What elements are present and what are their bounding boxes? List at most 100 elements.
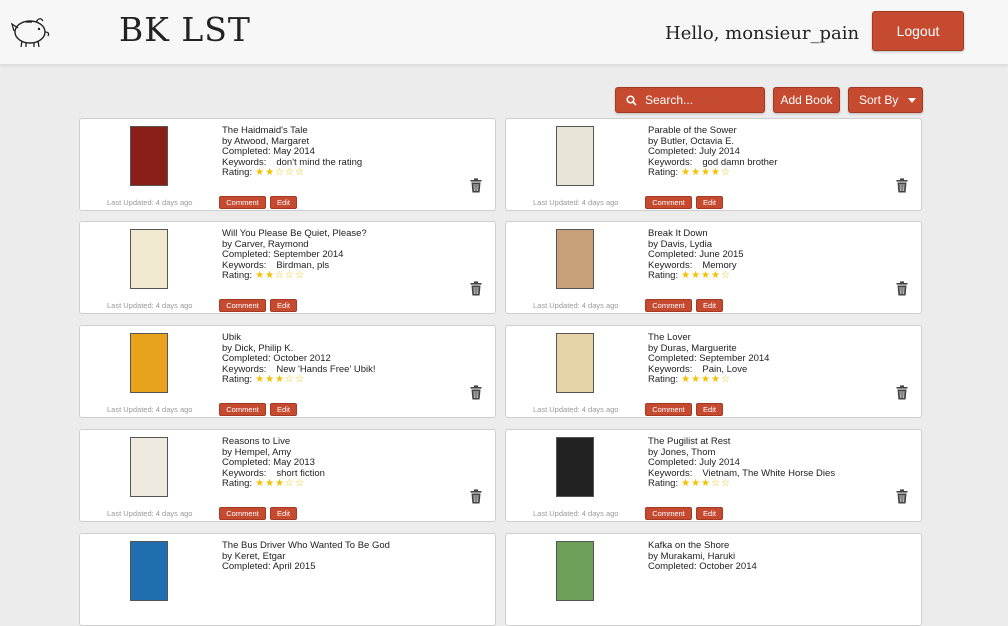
book-title: Kafka on the Shore [648,541,757,552]
star-rating: ★★★☆☆ [681,478,731,489]
comment-button[interactable]: Comment [645,299,692,312]
book-keywords: New 'Hands Free' Ubik! [276,364,375,375]
keywords-label: Keywords: [222,260,266,271]
book-title: Break It Down [648,229,744,240]
book-cover-image[interactable] [556,333,594,393]
book-info: The Haidmaid's Tale by Atwood, Margaret … [222,126,362,179]
keywords-label: Keywords: [222,468,266,479]
chevron-down-icon [908,98,916,103]
last-updated: Last Updated: 4 days ago [533,301,618,310]
last-updated: Last Updated: 4 days ago [107,198,192,207]
book-keywords-row [648,573,757,584]
trash-icon[interactable] [896,178,908,193]
app-header: BK LST Hello, monsieur_pain Logout [0,0,1008,65]
book-cover-image[interactable] [556,126,594,186]
book-info: The Pugilist at Rest by Jones, Thom Comp… [648,437,835,490]
trash-icon[interactable] [470,178,482,193]
keywords-label: Keywords: [648,364,692,375]
trash-icon[interactable] [470,385,482,400]
comment-button[interactable]: Comment [645,403,692,416]
add-book-button[interactable]: Add Book [773,87,840,113]
trash-icon[interactable] [896,489,908,504]
edit-button[interactable]: Edit [696,196,723,209]
star-rating: ★★☆☆☆ [255,167,305,178]
book-info: Reasons to Live by Hempel, Amy Completed… [222,437,325,490]
rating-label: Rating: [222,270,252,281]
book-rating-row: Rating:★★★★☆ [648,271,744,282]
sort-by-dropdown[interactable]: Sort By [848,87,923,113]
book-completed: Completed: October 2014 [648,562,757,573]
book-card: Will You Please Be Quiet, Please? by Car… [79,221,496,314]
last-updated: Last Updated: 4 days ago [533,405,618,414]
book-keywords: short fiction [276,468,325,479]
star-rating: ★★★☆☆ [255,478,305,489]
book-card: The Pugilist at Rest by Jones, Thom Comp… [505,429,922,522]
last-updated: Last Updated: 4 days ago [533,198,618,207]
book-info: Break It Down by Davis, Lydia Completed:… [648,229,744,282]
book-rating-row: Rating:★★☆☆☆ [222,271,367,282]
keywords-label: Keywords: [648,157,692,168]
book-cover-image[interactable] [556,437,594,497]
book-cover-image[interactable] [130,333,168,393]
edit-button[interactable]: Edit [270,403,297,416]
book-keywords: don't mind the rating [276,157,362,168]
book-keywords: Vietnam, The White Horse Dies [702,468,835,479]
book-card: The Lover by Duras, Marguerite Completed… [505,325,922,418]
rating-label: Rating: [648,270,678,281]
book-keywords-row [222,573,390,584]
last-updated: Last Updated: 4 days ago [533,509,618,518]
rating-label: Rating: [222,478,252,489]
book-cover-image[interactable] [130,541,168,601]
book-title: Reasons to Live [222,437,325,448]
edit-button[interactable]: Edit [270,507,297,520]
book-title: The Bus Driver Who Wanted To Be God [222,541,390,552]
book-cover-image[interactable] [130,229,168,289]
keywords-label: Keywords: [222,364,266,375]
search-button[interactable]: Search... [615,87,765,113]
search-icon [626,95,637,106]
sort-by-label: Sort By [859,93,898,107]
comment-button[interactable]: Comment [645,507,692,520]
book-rating-row: Rating:★★★☆☆ [222,375,376,386]
comment-button[interactable]: Comment [219,403,266,416]
comment-button[interactable]: Comment [219,507,266,520]
app-title: BK LST [119,10,251,49]
book-info: Ubik by Dick, Philip K. Completed: Octob… [222,333,376,386]
edit-button[interactable]: Edit [270,196,297,209]
book-card: The Bus Driver Who Wanted To Be God by K… [79,533,496,626]
user-greeting: Hello, monsieur_pain [665,23,859,44]
edit-button[interactable]: Edit [696,403,723,416]
star-rating: ★★★★☆ [681,167,731,178]
logout-button[interactable]: Logout [872,11,964,51]
book-info: Parable of the Sower by Butler, Octavia … [648,126,777,179]
book-keywords: Pain, Love [702,364,747,375]
rating-label: Rating: [648,167,678,178]
last-updated: Last Updated: 4 days ago [107,405,192,414]
star-rating: ★★☆☆☆ [255,270,305,281]
book-cover-image[interactable] [130,437,168,497]
trash-icon[interactable] [896,281,908,296]
comment-button[interactable]: Comment [219,196,266,209]
book-cover-image[interactable] [130,126,168,186]
book-card: The Haidmaid's Tale by Atwood, Margaret … [79,118,496,211]
book-title: The Haidmaid's Tale [222,126,362,137]
book-cover-image[interactable] [556,229,594,289]
book-card: Parable of the Sower by Butler, Octavia … [505,118,922,211]
trash-icon[interactable] [470,489,482,504]
comment-button[interactable]: Comment [645,196,692,209]
trash-icon[interactable] [896,385,908,400]
trash-icon[interactable] [470,281,482,296]
rating-label: Rating: [222,374,252,385]
comment-button[interactable]: Comment [219,299,266,312]
book-rating-row: Rating:★★★☆☆ [222,479,325,490]
book-cover-image[interactable] [556,541,594,601]
book-rating-row: Rating:★★★★☆ [648,168,777,179]
edit-button[interactable]: Edit [270,299,297,312]
edit-button[interactable]: Edit [696,507,723,520]
book-keywords: Birdman, pls [276,260,329,271]
rating-label: Rating: [222,167,252,178]
edit-button[interactable]: Edit [696,299,723,312]
book-card: Reasons to Live by Hempel, Amy Completed… [79,429,496,522]
piggy-bank-icon[interactable] [6,8,52,50]
book-card: Kafka on the Shore by Murakami, Haruki C… [505,533,922,626]
